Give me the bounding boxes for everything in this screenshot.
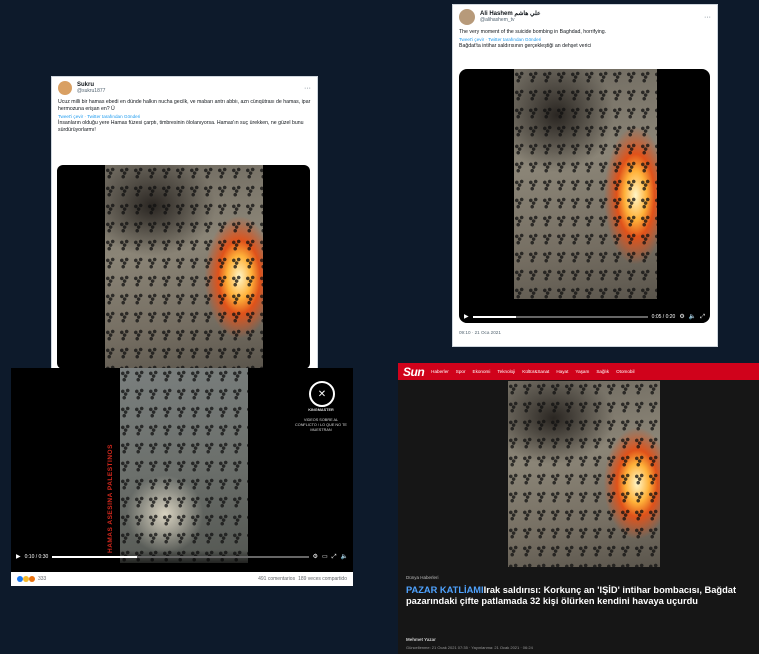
brand-subtitle: VIDEOS SOBRE AL CONFLICTO / LO QUE NO TE… bbox=[295, 418, 347, 432]
tweet-timestamp[interactable]: 09:10 · 21 Oca 2021 bbox=[453, 327, 507, 338]
headline-accent: PAZAR KATLİAMI bbox=[406, 585, 484, 595]
sun-article: Sun Haberler Spor Ekonomi Teknoloji Kült… bbox=[398, 363, 759, 654]
tweet-text: The very moment of the suicide bombing i… bbox=[459, 29, 607, 35]
comment-count[interactable]: 491 comentarios bbox=[258, 576, 295, 582]
article-kicker[interactable]: Dünya Haberleri bbox=[406, 575, 439, 580]
side-caption: HAMAS ASESINA PALESTINOS bbox=[107, 444, 114, 553]
article-byline: Güncellenme: 21 Ocak 2021 07:35 · Yayınl… bbox=[406, 645, 533, 650]
avatar[interactable] bbox=[58, 81, 72, 95]
video-controls: ▶ 0:10 / 0:30 ⚙ ▭ ⤢ 🔈 bbox=[11, 550, 353, 563]
settings-icon[interactable]: ⚙ bbox=[679, 314, 684, 320]
tweet-author-handle[interactable]: @sukru1877 bbox=[77, 88, 105, 94]
play-icon[interactable]: ▶ bbox=[464, 314, 469, 320]
video-progress[interactable] bbox=[52, 555, 309, 558]
play-icon[interactable]: ▶ bbox=[16, 554, 21, 560]
video-time: 0:10 / 0:30 bbox=[24, 553, 49, 560]
tweet-card-right: Ali Hashem علي هاشم @alihashem_tv ··· Th… bbox=[452, 4, 718, 347]
nav-item[interactable]: Haberler bbox=[431, 369, 449, 374]
tweet-video[interactable] bbox=[57, 165, 310, 369]
translate-link[interactable]: Tweet'i çevir · Twitter tarafından Gönde… bbox=[52, 113, 317, 120]
tweet-card-left: Sukru @sukru1877 ··· Ucuz milli bir hama… bbox=[51, 76, 318, 374]
video-progress[interactable] bbox=[472, 315, 648, 318]
pip-icon[interactable]: ▭ bbox=[322, 554, 328, 560]
article-headline[interactable]: PAZAR KATLİAMIIrak saldırısı: Korkunç an… bbox=[406, 585, 753, 607]
share-count[interactable]: 189 veces compartido bbox=[298, 576, 347, 582]
brand-logo-icon: ✕ bbox=[309, 381, 335, 407]
tweet-text: Ucuz milli bir hamas ebedi en dünde halk… bbox=[58, 99, 311, 113]
avatar[interactable] bbox=[459, 9, 475, 25]
video-time: 0:05 / 0:20 bbox=[651, 313, 676, 320]
translate-link[interactable]: Tweet'i çevir · Twitter tarafından Gönde… bbox=[453, 36, 717, 43]
fullscreen-icon[interactable]: ⤢ bbox=[332, 554, 337, 560]
tweet-text-translated: İnsanların olduğu yere Hamas füzesi çarp… bbox=[58, 120, 304, 134]
fb-reactions-bar: 333 491 comentarios 189 veces compartido bbox=[11, 572, 353, 586]
settings-icon[interactable]: ⚙ bbox=[313, 554, 318, 560]
sun-logo[interactable]: Sun bbox=[403, 365, 425, 379]
tweet-video[interactable]: ▶ 0:05 / 0:20 ⚙ 🔈 ⤢ bbox=[459, 69, 710, 323]
more-icon[interactable]: ··· bbox=[704, 14, 711, 21]
angry-reaction-icon[interactable] bbox=[29, 576, 35, 582]
nav-item[interactable]: Otomobil bbox=[616, 369, 634, 374]
brand-name: KINGMASTER bbox=[308, 408, 334, 412]
volume-icon[interactable]: 🔈 bbox=[341, 554, 348, 560]
nav-item[interactable]: Sağlık bbox=[596, 369, 609, 374]
fb-video-card: HAMAS ASESINA PALESTINOS ✕ KINGMASTER VI… bbox=[11, 368, 353, 586]
nav-item[interactable]: Ekonomi bbox=[473, 369, 491, 374]
reaction-count[interactable]: 333 bbox=[38, 576, 46, 582]
nav-item[interactable]: Spor bbox=[456, 369, 466, 374]
tweet-author-handle[interactable]: @alihashem_tv bbox=[480, 17, 541, 23]
article-author[interactable]: Mehmet Yazar bbox=[406, 637, 436, 642]
fb-video[interactable]: HAMAS ASESINA PALESTINOS ✕ KINGMASTER VI… bbox=[11, 368, 353, 563]
nav-item[interactable]: Yaşam bbox=[575, 369, 589, 374]
nav-item[interactable]: Teknoloji bbox=[497, 369, 515, 374]
nav-item[interactable]: Kültür&Sanat bbox=[522, 369, 549, 374]
tweet-text-translated: Bağdat'ta intihar saldırısının gerçekleş… bbox=[459, 43, 592, 50]
video-controls: ▶ 0:05 / 0:20 ⚙ 🔈 ⤢ bbox=[459, 310, 710, 323]
volume-icon[interactable]: 🔈 bbox=[689, 314, 696, 320]
more-icon[interactable]: ··· bbox=[304, 85, 311, 92]
sun-navbar: Sun Haberler Spor Ekonomi Teknoloji Kült… bbox=[398, 363, 759, 380]
article-image[interactable] bbox=[508, 381, 660, 567]
nav-item[interactable]: Hayat bbox=[556, 369, 568, 374]
fullscreen-icon[interactable]: ⤢ bbox=[700, 314, 705, 320]
